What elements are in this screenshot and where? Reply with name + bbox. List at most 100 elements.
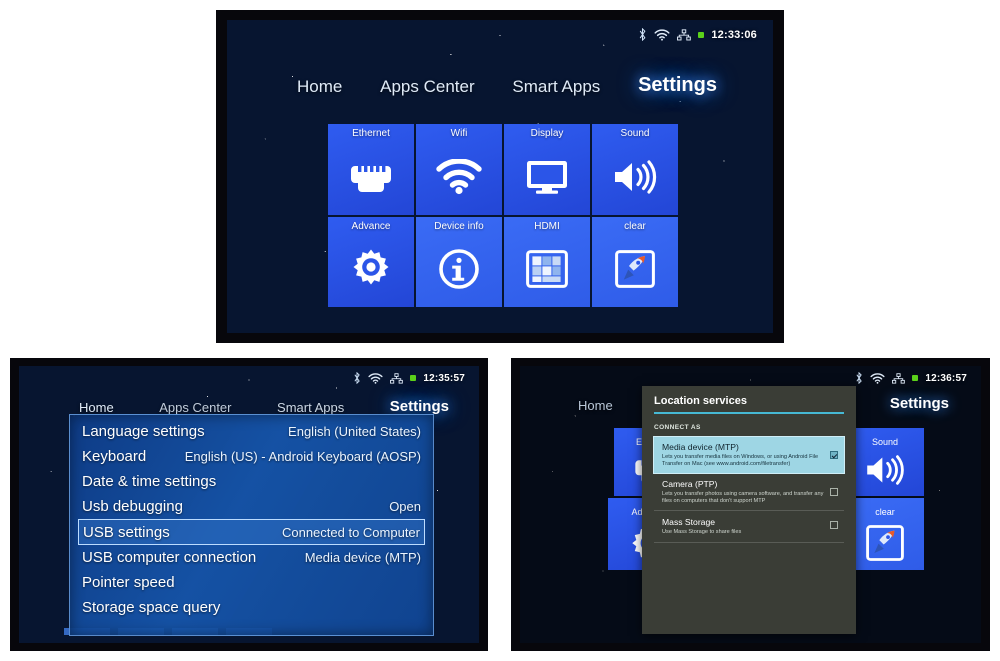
option-description: Lets you transfer photos using camera so…	[662, 491, 824, 504]
setting-row-storage-space-query[interactable]: Storage space query	[78, 595, 425, 620]
setting-label: USB settings	[83, 523, 170, 541]
nav-item-settings[interactable]: Settings	[890, 395, 949, 412]
status-time: 12:36:57	[925, 372, 967, 384]
option-text: Camera (PTP) Lets you transfer photos us…	[662, 479, 824, 504]
option-text: Media device (MTP) Lets you transfer med…	[662, 442, 824, 467]
option-name: Media device (MTP)	[662, 442, 739, 452]
tv-screen-connect-as-dialog: Ethernet Sound	[520, 366, 981, 643]
option-text: Mass Storage Use Mass Storage to share f…	[662, 517, 824, 536]
setting-value: Connected to Computer	[281, 524, 420, 540]
tile-hdmi[interactable]: HDMI	[504, 216, 590, 307]
setting-row-pointer-speed[interactable]: Pointer speed	[78, 570, 425, 595]
tile-label: HDMI	[534, 220, 560, 232]
rocket-icon	[846, 525, 924, 566]
setting-value: Open	[389, 499, 421, 514]
tv-screen-settings-home: 12:33:06 Home Apps Center Smart Apps Set…	[227, 20, 773, 333]
tile-display[interactable]: Display	[504, 124, 590, 215]
nav-item-home[interactable]: Home	[578, 398, 613, 413]
gear-icon	[328, 232, 414, 308]
option-checkbox[interactable]	[830, 488, 838, 497]
option-checkbox[interactable]	[830, 451, 838, 459]
tile-label: Advance	[351, 220, 391, 232]
tile-label: Sound	[620, 128, 650, 139]
usb-settings-list: Language settings English (United States…	[69, 414, 434, 636]
background-tile-sound[interactable]: Sound	[846, 428, 924, 496]
ethernet-icon	[892, 372, 906, 384]
nav-item-settings[interactable]: Settings	[638, 74, 717, 97]
nav-item-apps-center[interactable]: Apps Center	[380, 77, 475, 97]
nav-item-home[interactable]: Home	[297, 77, 342, 97]
ethernet-icon	[677, 28, 692, 40]
wifi-icon	[368, 372, 383, 384]
setting-row-keyboard[interactable]: Keyboard English (US) - Android Keyboard…	[78, 444, 425, 469]
tile-clear[interactable]: clear	[592, 216, 678, 308]
option-media-device-mtp[interactable]: Media device (MTP) Lets you transfer med…	[653, 435, 845, 475]
dialog-header: Location services	[642, 386, 856, 412]
dialog-body: CONNECT AS Media device (MTP) Lets you t…	[642, 414, 856, 543]
green-status-dot	[912, 375, 919, 381]
setting-row-date-time[interactable]: Date & time settings	[78, 469, 425, 494]
tile-label: clear	[875, 507, 895, 517]
bluetooth-icon	[640, 28, 646, 41]
option-camera-ptp[interactable]: Camera (PTP) Lets you transfer photos us…	[654, 473, 844, 510]
bluetooth-icon	[856, 372, 863, 384]
green-status-dot	[698, 31, 705, 38]
setting-value: English (US) - Android Keyboard (AOSP)	[184, 449, 421, 464]
connect-as-dialog: Location services CONNECT AS Media devic…	[642, 386, 856, 634]
tile-advance[interactable]: Advance	[328, 216, 414, 308]
setting-label: Language settings	[82, 423, 205, 440]
nav-item-home[interactable]: Home	[79, 400, 114, 415]
nav-item-apps-center[interactable]: Apps Center	[159, 400, 231, 415]
ethernet-icon	[390, 372, 404, 384]
tile-sound[interactable]: Sound	[592, 124, 678, 215]
speaker-volume-icon	[846, 454, 924, 491]
wifi-icon	[416, 139, 502, 215]
tv-panel-usb-settings: 12:35:57 Home Apps Center Smart Apps Set…	[10, 358, 488, 651]
tile-label: Display	[530, 128, 564, 139]
setting-label: Storage space query	[82, 599, 221, 616]
tile-wifi[interactable]: Wifi	[416, 124, 502, 215]
monitor-icon	[504, 139, 590, 215]
setting-label: Pointer speed	[82, 574, 175, 591]
status-time: 12:33:06	[711, 28, 757, 41]
status-time: 12:35:57	[423, 372, 465, 384]
tile-label: Sound	[871, 437, 899, 447]
tv-screen-usb-settings: 12:35:57 Home Apps Center Smart Apps Set…	[19, 366, 479, 643]
setting-label: USB computer connection	[82, 549, 257, 566]
status-bar: 12:36:57	[855, 372, 967, 384]
tile-label: Wifi	[450, 128, 468, 139]
option-mass-storage[interactable]: Mass Storage Use Mass Storage to share f…	[654, 511, 844, 542]
setting-row-language[interactable]: Language settings English (United States…	[78, 419, 425, 444]
option-description: Use Mass Storage to share files	[662, 529, 742, 536]
nav-item-settings[interactable]: Settings	[390, 398, 449, 415]
rocket-icon	[592, 232, 678, 308]
wifi-icon	[870, 372, 885, 384]
status-bar: 12:33:06	[638, 28, 757, 41]
tv-panel-settings-home: 12:33:06 Home Apps Center Smart Apps Set…	[216, 10, 784, 343]
option-checkbox[interactable]	[830, 521, 838, 530]
option-name: Mass Storage	[662, 517, 716, 528]
setting-row-usb-computer-connection[interactable]: USB computer connection Media device (MT…	[78, 545, 425, 570]
tile-ethernet[interactable]: Ethernet	[328, 124, 414, 215]
setting-value: Media device (MTP)	[304, 550, 421, 565]
tile-device-info[interactable]: Device info	[416, 216, 502, 307]
connect-as-section-label: CONNECT AS	[654, 424, 701, 431]
top-nav: Home Apps Center Smart Apps Settings	[297, 74, 717, 97]
tv-panel-connect-as-dialog: Ethernet Sound	[511, 358, 990, 651]
option-description: Lets you transfer media files on Windows…	[662, 454, 819, 467]
setting-row-usb-debugging[interactable]: Usb debugging Open	[78, 494, 425, 519]
background-tile-clear[interactable]: clear	[846, 498, 924, 570]
tile-label: clear	[624, 220, 646, 232]
option-divider	[654, 541, 844, 543]
nav-item-smart-apps[interactable]: Smart Apps	[277, 400, 344, 415]
setting-value: English (United States)	[288, 424, 421, 439]
settings-tile-grid: Ethernet Wifi Display Sound Advance Devi…	[328, 124, 678, 307]
status-bar: 12:35:57	[353, 372, 465, 384]
setting-label: Date & time settings	[82, 473, 217, 490]
bluetooth-icon	[354, 372, 361, 384]
setting-row-usb-settings[interactable]: USB settings Connected to Computer	[78, 519, 425, 545]
option-name: Camera (PTP)	[662, 479, 718, 490]
setting-label: Usb debugging	[82, 498, 183, 515]
nav-item-smart-apps[interactable]: Smart Apps	[512, 77, 600, 97]
speaker-volume-icon	[592, 139, 678, 215]
